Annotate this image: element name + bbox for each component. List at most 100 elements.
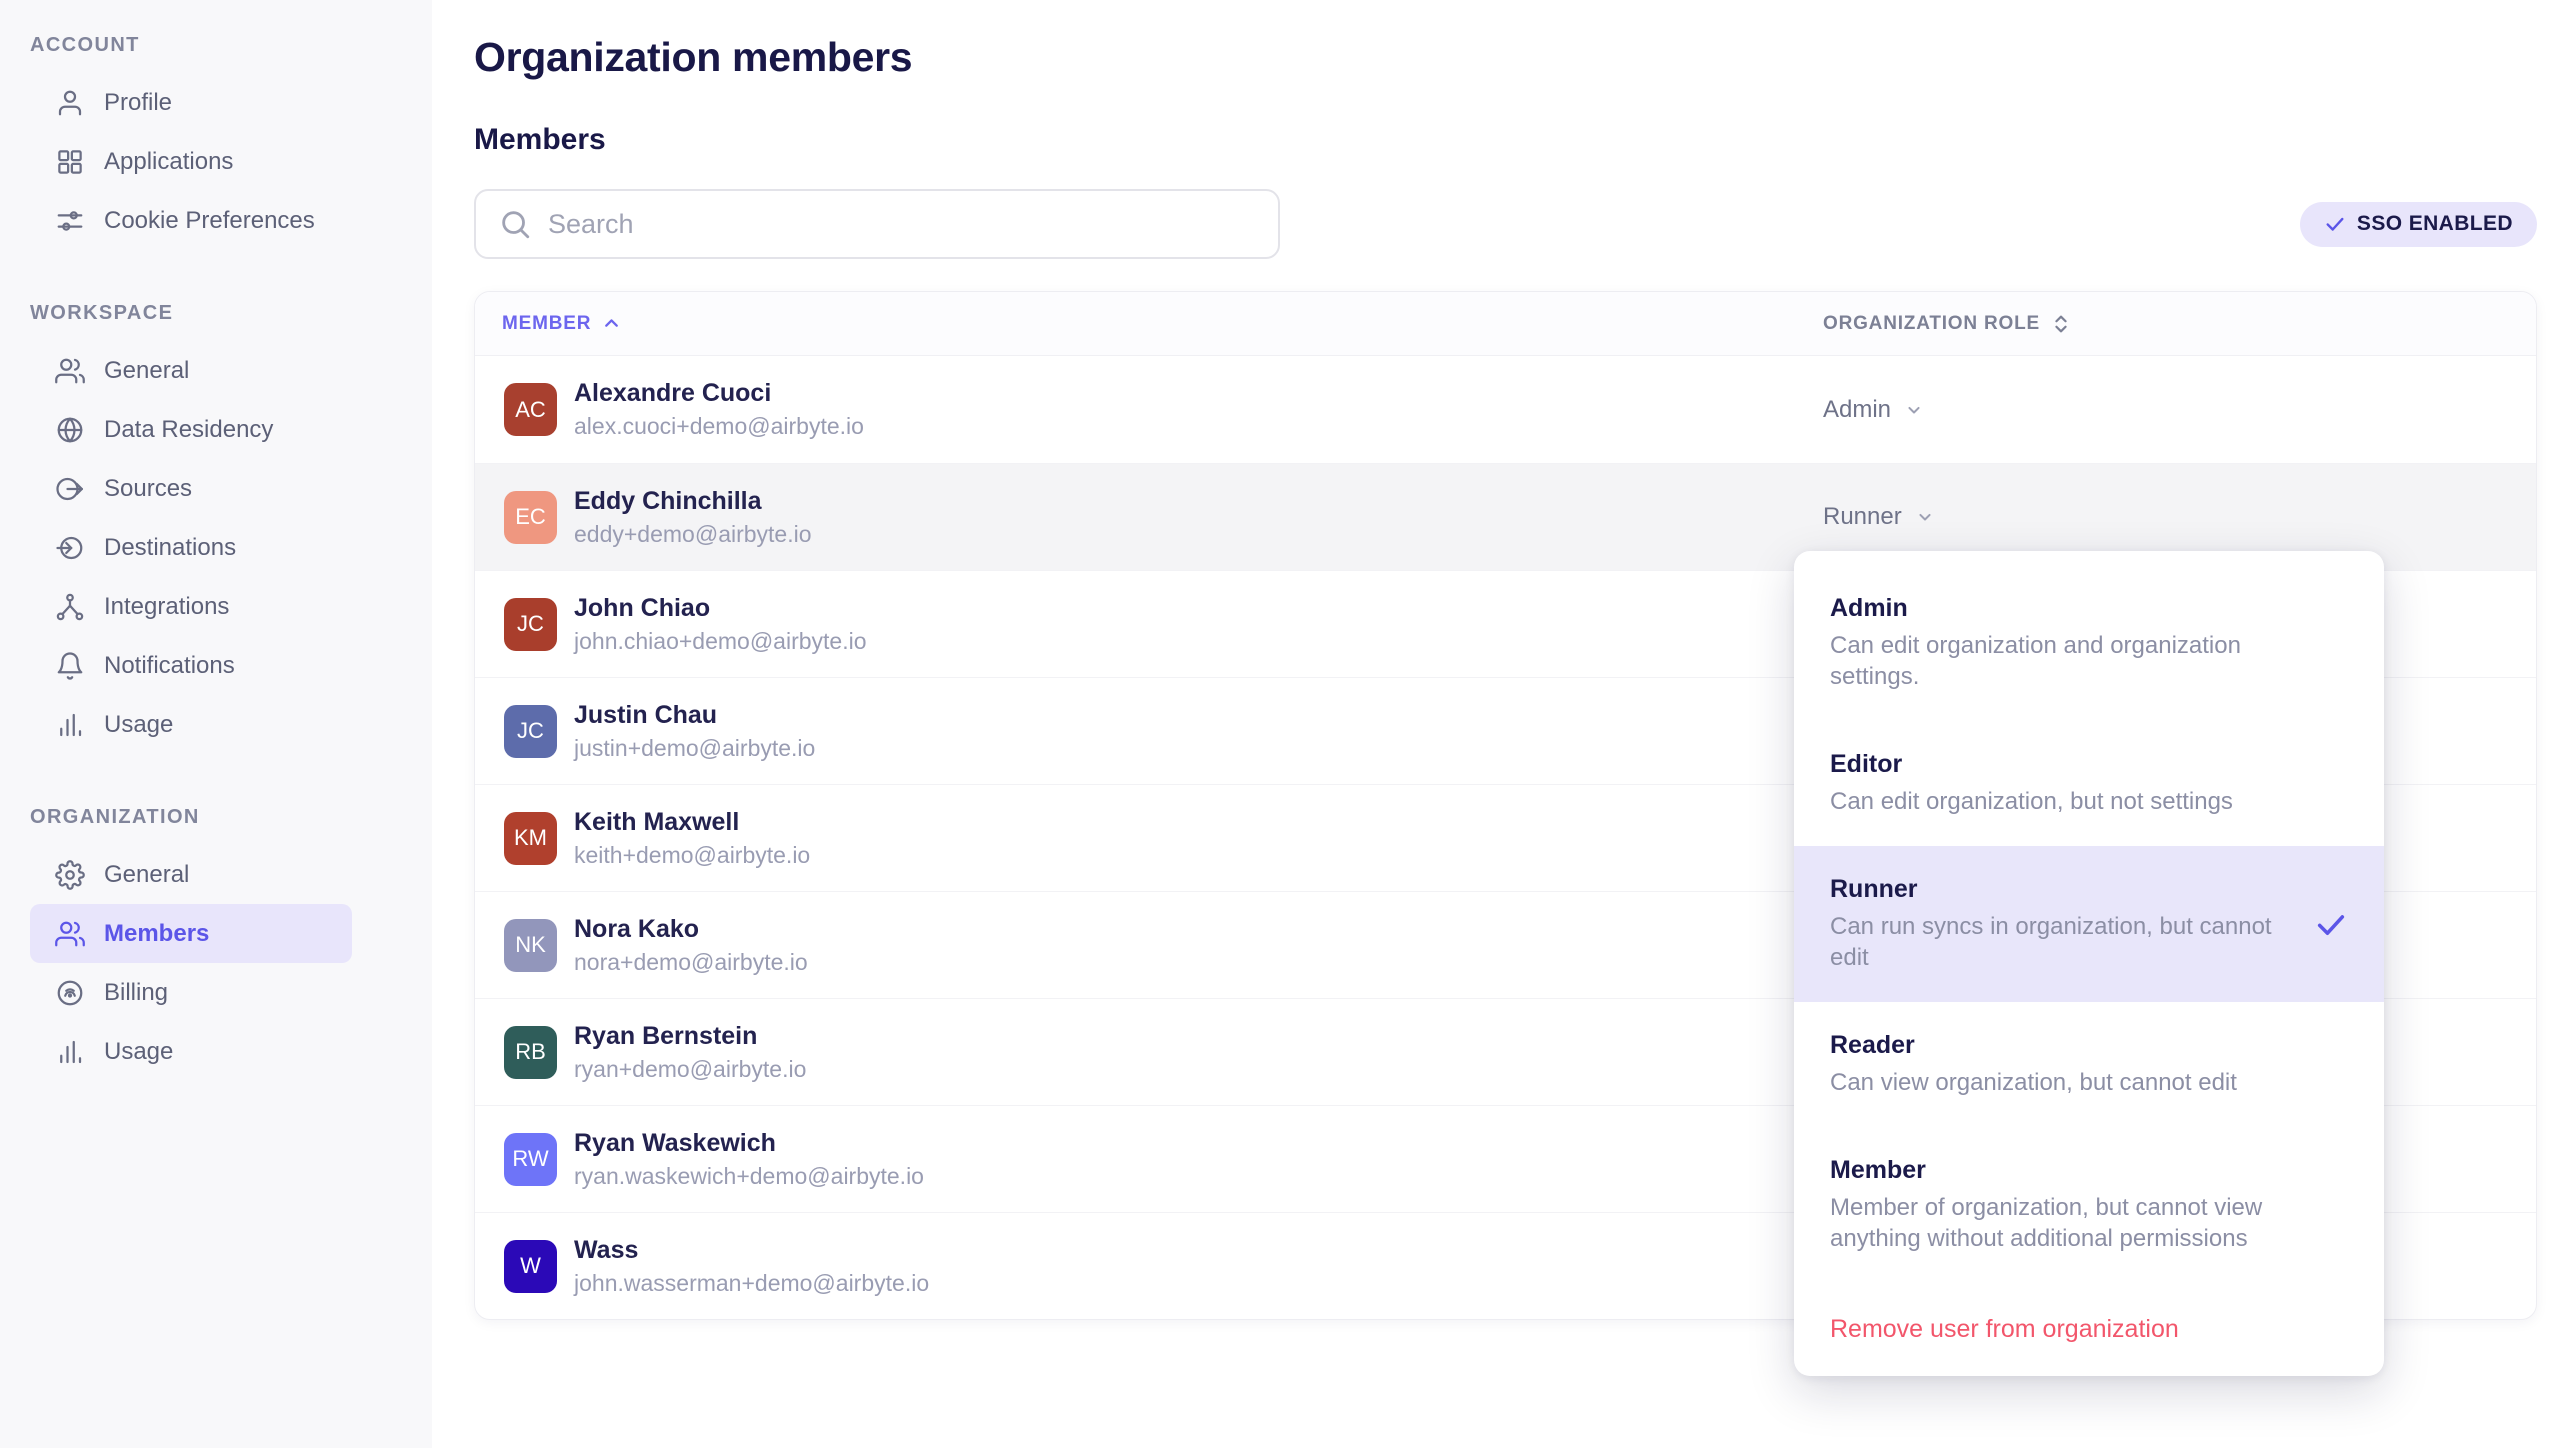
member-identity: Eddy Chinchilla eddy+demo@airbyte.io xyxy=(574,487,812,548)
sort-both-icon xyxy=(2050,313,2072,335)
member-cell: RW Ryan Waskewichryan.waskewich+demo@airb… xyxy=(475,1129,1823,1190)
source-icon xyxy=(55,474,85,504)
sidebar-item-workspace-notifications[interactable]: Notifications xyxy=(30,636,352,695)
globe-icon xyxy=(55,415,85,445)
sso-badge-label: SSO ENABLED xyxy=(2357,212,2513,236)
role-option-description: Can view organization, but cannot edit xyxy=(1830,1067,2300,1098)
member-cell: NK Nora Kakonora+demo@airbyte.io xyxy=(475,915,1823,976)
sidebar-item-workspace-usage[interactable]: Usage xyxy=(30,695,352,754)
member-identity: John Chiaojohn.chiao+demo@airbyte.io xyxy=(574,594,867,655)
role-value: Runner xyxy=(1823,503,1902,531)
sidebar-item-label: Applications xyxy=(104,148,233,176)
member-cell: WWassjohn.wasserman+demo@airbyte.io xyxy=(475,1236,1823,1297)
users-icon xyxy=(55,919,85,949)
member-name: Keith Maxwell xyxy=(574,808,810,837)
role-value: Admin xyxy=(1823,396,1891,424)
sidebar-item-label: Destinations xyxy=(104,534,236,562)
search-icon xyxy=(498,207,532,241)
gear-icon xyxy=(55,860,85,890)
destination-icon xyxy=(55,533,85,563)
sidebar-item-workspace-data-residency[interactable]: Data Residency xyxy=(30,400,352,459)
sliders-icon xyxy=(55,206,85,236)
member-cell: JC Justin Chau justin+demo@airbyte.io xyxy=(475,701,1823,762)
avatar: RB xyxy=(504,1026,557,1079)
member-email: ryan+demo@airbyte.io xyxy=(574,1056,806,1083)
sidebar-item-label: Members xyxy=(104,920,209,948)
sidebar-item-organization-members[interactable]: Members xyxy=(30,904,352,963)
member-name: Alexandre Cuoci xyxy=(574,379,864,408)
chevron-down-icon xyxy=(1904,400,1924,420)
role-option-admin[interactable]: Admin Can edit organization and organizat… xyxy=(1794,565,2384,721)
role-select-eddy-chinchilla[interactable]: Runner xyxy=(1823,503,2536,531)
role-select-alexandre-cuoci[interactable]: Admin xyxy=(1823,396,2536,424)
member-email: keith+demo@airbyte.io xyxy=(574,842,810,869)
sso-enabled-badge: SSO ENABLED xyxy=(2300,202,2537,247)
sidebar-item-workspace-sources[interactable]: Sources xyxy=(30,459,352,518)
avatar: EC xyxy=(504,491,557,544)
search-input[interactable] xyxy=(548,209,1256,240)
sidebar-item-organization-usage[interactable]: Usage xyxy=(30,1022,352,1081)
members-heading: Members xyxy=(474,123,2537,157)
member-search-box[interactable] xyxy=(474,189,1280,259)
bar-chart-icon xyxy=(55,1037,85,1067)
sidebar-item-workspace-integrations[interactable]: Integrations xyxy=(30,577,352,636)
role-option-title: Member xyxy=(1830,1156,2304,1185)
organization-role-column-label: ORGANIZATION ROLE xyxy=(1823,313,2040,335)
users-icon xyxy=(55,356,85,386)
page-title: Organization members xyxy=(474,34,2537,81)
sidebar-item-account-cookie-preferences[interactable]: Cookie Preferences xyxy=(30,191,352,250)
sidebar-item-label: Usage xyxy=(104,711,173,739)
role-option-editor[interactable]: EditorCan edit organization, but not set… xyxy=(1794,721,2384,846)
sidebar-item-account-profile[interactable]: Profile xyxy=(30,73,352,132)
sidebar-item-label: Billing xyxy=(104,979,168,1007)
sidebar-item-organization-general[interactable]: General xyxy=(30,845,352,904)
member-cell: RB Ryan Bernstein ryan+demo@airbyte.io xyxy=(475,1022,1823,1083)
sidebar-section-label-account: ACCOUNT xyxy=(30,34,402,57)
member-name: Ryan Bernstein xyxy=(574,1022,806,1051)
member-name: John Chiao xyxy=(574,594,867,623)
selected-check-icon xyxy=(2314,907,2348,941)
member-email: alex.cuoci+demo@airbyte.io xyxy=(574,413,864,440)
integrations-icon xyxy=(55,592,85,622)
member-email: eddy+demo@airbyte.io xyxy=(574,521,812,548)
avatar: RW xyxy=(504,1133,557,1186)
member-identity: Ryan Waskewichryan.waskewich+demo@airbyt… xyxy=(574,1129,924,1190)
member-identity: Nora Kakonora+demo@airbyte.io xyxy=(574,915,808,976)
sidebar-item-label: Notifications xyxy=(104,652,235,680)
sidebar-item-workspace-general[interactable]: General xyxy=(30,341,352,400)
member-column-label: MEMBER xyxy=(502,313,591,335)
role-option-reader[interactable]: Reader Can view organization, but cannot … xyxy=(1794,1002,2384,1127)
chevron-down-icon xyxy=(1915,507,1935,527)
member-identity: Ryan Bernstein ryan+demo@airbyte.io xyxy=(574,1022,806,1083)
sidebar-item-workspace-destinations[interactable]: Destinations xyxy=(30,518,352,577)
member-identity: Keith Maxwell keith+demo@airbyte.io xyxy=(574,808,810,869)
member-identity: Wassjohn.wasserman+demo@airbyte.io xyxy=(574,1236,929,1297)
sidebar-item-label: General xyxy=(104,357,189,385)
role-option-description: Can edit organization and organization s… xyxy=(1830,630,2300,692)
octopus-icon xyxy=(55,978,85,1008)
member-email: justin+demo@airbyte.io xyxy=(574,735,815,762)
check-icon xyxy=(2324,213,2346,235)
member-row-alexandre-cuoci: ACAlexandre Cuocialex.cuoci+demo@airbyte… xyxy=(475,356,2536,463)
member-name: Justin Chau xyxy=(574,701,815,730)
person-icon xyxy=(55,88,85,118)
column-header-member[interactable]: MEMBER xyxy=(475,313,1823,335)
sidebar-item-label: Cookie Preferences xyxy=(104,207,315,235)
sidebar-item-label: Profile xyxy=(104,89,172,117)
table-header-row: MEMBER ORGANIZATION ROLE xyxy=(475,292,2536,356)
role-option-member[interactable]: MemberMember of organization, but cannot… xyxy=(1794,1127,2384,1283)
avatar: NK xyxy=(504,919,557,972)
sidebar-item-label: Integrations xyxy=(104,593,229,621)
sort-ascending-icon xyxy=(601,313,622,334)
remove-user-from-organization-link[interactable]: Remove user from organization xyxy=(1794,1283,2384,1362)
avatar: JC xyxy=(504,705,557,758)
role-option-runner[interactable]: RunnerCan run syncs in organization, but… xyxy=(1794,846,2384,1002)
column-header-organization-role[interactable]: ORGANIZATION ROLE xyxy=(1823,313,2536,335)
member-cell: JCJohn Chiaojohn.chiao+demo@airbyte.io xyxy=(475,594,1823,655)
sidebar-item-organization-billing[interactable]: Billing xyxy=(30,963,352,1022)
role-option-title: Reader xyxy=(1830,1031,2304,1060)
member-cell: KMKeith Maxwellkeith+demo@airbyte.io xyxy=(475,808,1823,869)
sidebar-item-account-applications[interactable]: Applications xyxy=(30,132,352,191)
role-option-title: Admin xyxy=(1830,594,2304,623)
member-name: Eddy Chinchilla xyxy=(574,487,812,516)
